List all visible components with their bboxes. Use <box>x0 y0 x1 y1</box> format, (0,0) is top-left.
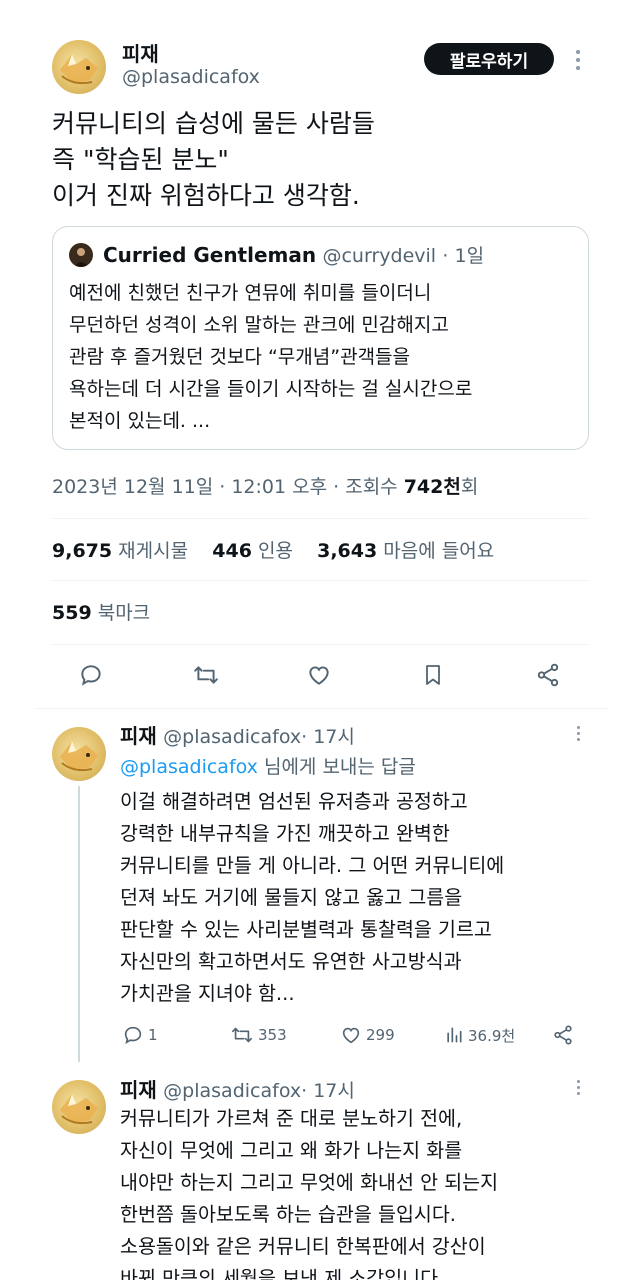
tweet-datetime[interactable]: 2023년 12월 11일 · 12:01 오후 · 조회수 <box>52 476 404 498</box>
reply-text-line: 커뮤니티가 가르쳐 준 대로 분노하기 전에, <box>120 1107 463 1130</box>
analytics-icon <box>447 1027 462 1043</box>
reply-time: · 17시 <box>301 1080 355 1102</box>
reply-text-line: 이걸 해결하려면 엄선된 유저층과 공정하고 <box>120 790 468 813</box>
bookmark-stat[interactable]: 559 북마크 <box>52 598 150 625</box>
fox-avatar-icon <box>60 1094 98 1125</box>
like-label: 마음에 들어요 <box>383 540 495 562</box>
reply-text: 이걸 해결하려면 엄선된 유저층과 공정하고 강력한 내부규칙을 가진 깨끗하고… <box>120 786 590 1010</box>
tweet-text-line: 즉 "학습된 분노" <box>52 145 229 174</box>
quote-label: 인용 <box>257 540 293 562</box>
quote-text-line: 욕하는데 더 시간을 들이기 시작하는 걸 실시간으로 <box>69 378 473 400</box>
quote-time: · 1일 <box>442 245 485 267</box>
view-count: 36.9천 <box>468 1026 516 1045</box>
more-options-icon[interactable] <box>574 726 582 746</box>
author-avatar[interactable] <box>52 40 106 94</box>
reply-text-line: 가치관을 지녀야 함... <box>120 982 295 1005</box>
quote-stat[interactable]: 446 인용 <box>212 540 293 562</box>
thread-line <box>78 786 80 1062</box>
like-icon <box>342 1027 360 1044</box>
reply-text-line: 바뀌 만큼의 세월을 보낸 제 소감입니다 <box>120 1267 439 1280</box>
quote-text-line: 본적이 있는데. ... <box>69 410 211 432</box>
share-icon[interactable] <box>535 662 561 688</box>
reply-author-handle[interactable]: @plasadicafox <box>163 726 301 748</box>
share-icon[interactable] <box>552 1024 574 1050</box>
reply-views-button[interactable]: 36.9천 <box>444 1024 515 1046</box>
reply-author-handle[interactable]: @plasadicafox <box>163 1080 301 1102</box>
reply-to-suffix: 님에게 보내는 답글 <box>257 756 416 778</box>
reply-avatar[interactable] <box>52 1080 106 1134</box>
reply-author-name[interactable]: 피재 <box>120 724 157 748</box>
reply-text-line: 강력한 내부규칙을 가진 깨끗하고 완벽한 <box>120 822 450 845</box>
reply-text-line: 던져 놔도 거기에 물들지 않고 옳고 그름을 <box>120 886 463 909</box>
like-stat[interactable]: 3,643 마음에 들어요 <box>317 540 494 562</box>
tweet-text-line: 이거 진짜 위험하다고 생각함. <box>52 181 360 210</box>
reply-text-line: 자신이 무엇에 그리고 왜 화가 나는지 화를 <box>120 1139 463 1162</box>
more-options-icon[interactable] <box>572 50 584 70</box>
divider <box>36 708 608 709</box>
quote-text-line: 예전에 친했던 친구가 연뮤에 취미를 들이더니 <box>69 282 432 304</box>
quote-author-name: Curried Gentleman <box>103 243 317 267</box>
reply-text-line: 판단할 수 있는 사리분별력과 통찰력을 기르고 <box>120 918 492 941</box>
follow-button[interactable]: 팔로우하기 <box>424 43 554 75</box>
retweet-icon <box>232 1027 252 1043</box>
reply-icon[interactable] <box>78 662 104 688</box>
tweet-meta: 2023년 12월 11일 · 12:01 오후 · 조회수 742천회 <box>52 472 478 499</box>
fox-avatar-icon <box>60 741 98 772</box>
gentleman-avatar-icon <box>74 248 88 267</box>
reply-icon <box>124 1026 142 1045</box>
like-count: 299 <box>366 1026 395 1044</box>
reply-text-line: 소용돌이와 같은 커뮤니티 한복판에서 강산이 <box>120 1235 486 1258</box>
retweet-icon[interactable] <box>192 662 220 688</box>
retweet-stat[interactable]: 9,675 재게시물 <box>52 540 188 562</box>
reply-avatar[interactable] <box>52 727 106 781</box>
reply-to-line: @plasadicafox 님에게 보내는 답글 <box>120 752 416 779</box>
view-count: 742천 <box>403 476 461 498</box>
reply-text-line: 자신만의 확고하면서도 유연한 사고방식과 <box>120 950 462 973</box>
quote-text-line: 관람 후 즐거웠던 것보다 “무개념”관객들을 <box>69 346 411 368</box>
quote-text: 예전에 친했던 친구가 연뮤에 취미를 들이더니 무던하던 성격이 소위 말하는… <box>69 277 579 437</box>
author-name[interactable]: 피재 <box>122 38 159 67</box>
reply-header: 피재 @plasadicafox· 17시 <box>120 1074 355 1103</box>
like-icon[interactable] <box>306 662 332 688</box>
retweet-count: 353 <box>258 1026 287 1044</box>
view-count-suffix: 회 <box>460 476 479 498</box>
quote-text-line: 무던하던 성격이 소위 말하는 관크에 민감해지고 <box>69 314 449 336</box>
tweet-text-line: 커뮤니티의 습성에 물든 사람들 <box>52 109 375 138</box>
reply-author-name[interactable]: 피재 <box>120 1078 157 1102</box>
quote-author-handle: @currydevil <box>322 245 437 267</box>
author-handle[interactable]: @plasadicafox <box>122 66 260 88</box>
reply-time: · 17시 <box>301 726 355 748</box>
reply-text-line: 내야만 하는지 그리고 무엇에 화내선 안 되는지 <box>120 1171 499 1194</box>
reply-text: 커뮤니티가 가르쳐 준 대로 분노하기 전에, 자신이 무엇에 그리고 왜 화가… <box>120 1103 590 1280</box>
reply-to-mention[interactable]: @plasadicafox <box>120 756 258 778</box>
engagement-stats: 9,675 재게시물 446 인용 3,643 마음에 들어요 <box>52 536 494 563</box>
reply-reply-button[interactable]: 1 <box>122 1024 158 1046</box>
retweet-count: 9,675 <box>52 540 113 562</box>
quote-avatar <box>69 243 93 267</box>
divider <box>52 580 589 581</box>
bookmark-icon[interactable] <box>421 662 445 688</box>
reply-text-line: 커뮤니티를 만들 게 아니라. 그 어떤 커뮤니티에 <box>120 854 505 877</box>
reply-text-line: 한번쯤 돌아보도록 하는 습관을 들입시다. <box>120 1203 456 1226</box>
reply-count: 1 <box>148 1026 158 1044</box>
retweet-label: 재게시물 <box>118 540 189 562</box>
bookmark-label: 북마크 <box>97 602 151 624</box>
divider <box>52 644 589 645</box>
bookmark-count: 559 <box>52 602 92 624</box>
tweet-text: 커뮤니티의 습성에 물든 사람들 즉 "학습된 분노" 이거 진짜 위험하다고 … <box>52 106 612 214</box>
divider <box>52 518 589 519</box>
quoted-tweet[interactable]: Curried Gentleman @currydevil · 1일 예전에 친… <box>52 226 589 450</box>
quote-count: 446 <box>212 540 252 562</box>
reply-header: 피재 @plasadicafox· 17시 <box>120 720 355 749</box>
fox-avatar-icon <box>60 54 98 85</box>
more-options-icon[interactable] <box>574 1080 582 1100</box>
reply-like-button[interactable]: 299 <box>340 1024 395 1046</box>
reply-retweet-button[interactable]: 353 <box>230 1024 287 1046</box>
like-count: 3,643 <box>317 540 378 562</box>
